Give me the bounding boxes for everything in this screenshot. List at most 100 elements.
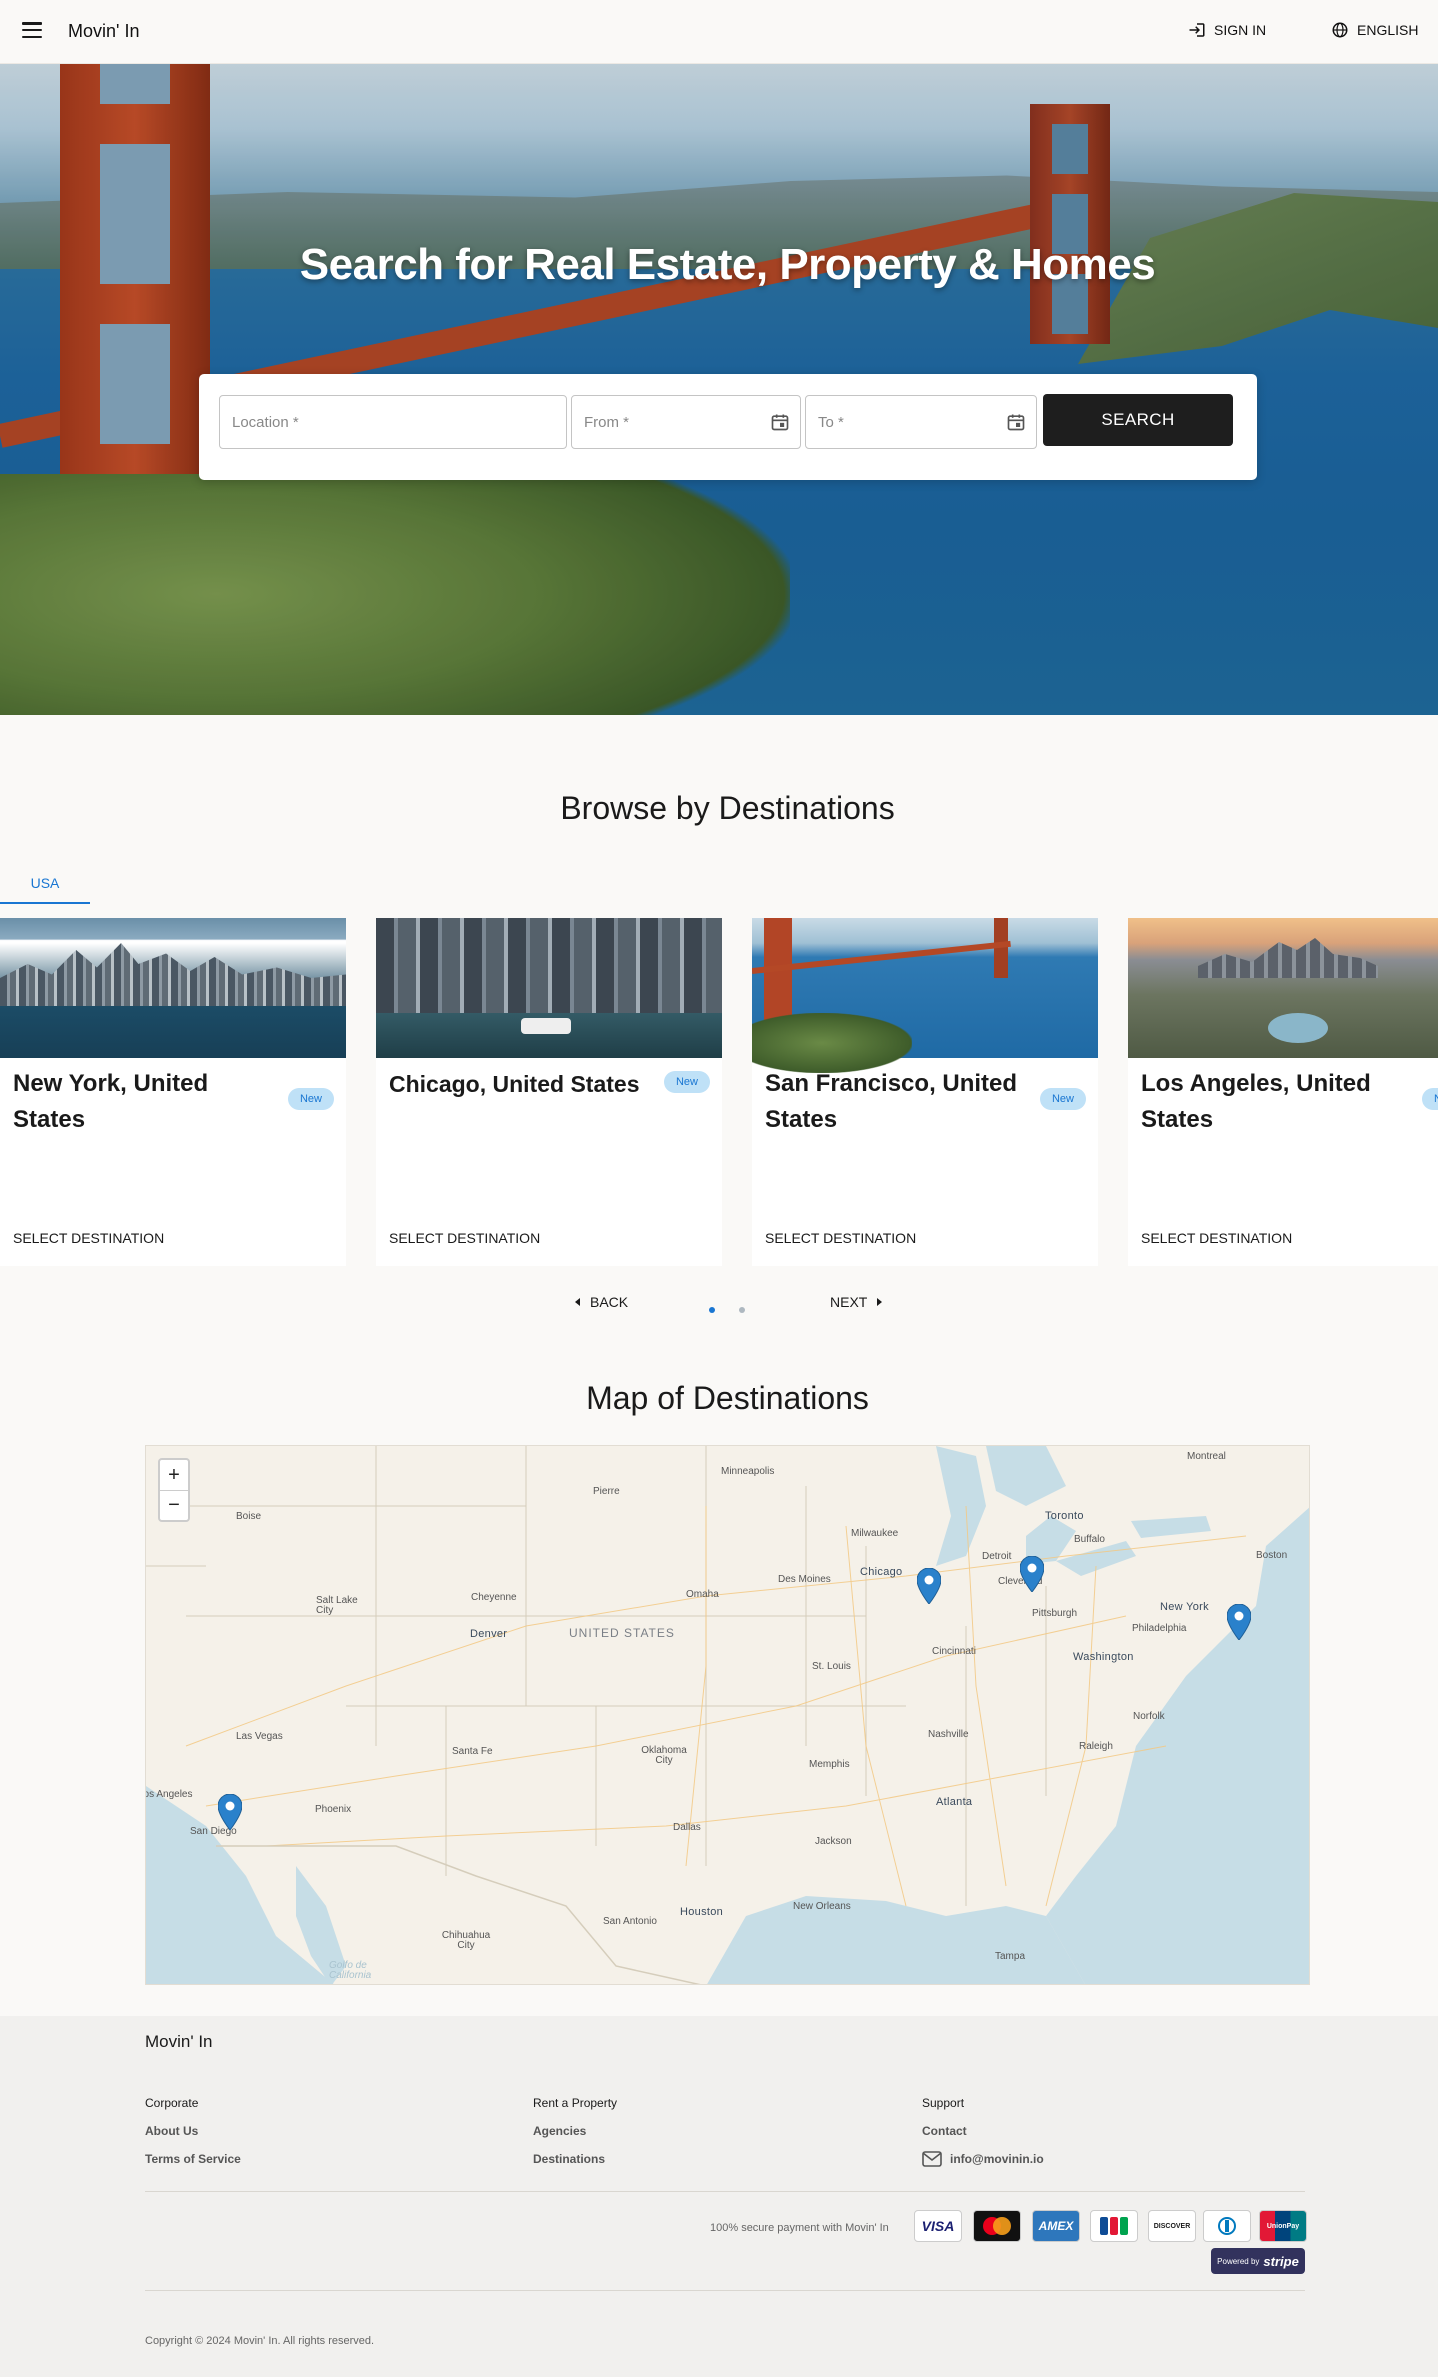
destination-card[interactable]: Los Angeles, United States New SELECT DE… (1128, 918, 1438, 1266)
copyright: Copyright © 2024 Movin' In. All rights r… (145, 2335, 375, 2347)
city-label: Phoenix (315, 1804, 352, 1815)
city-label: St. Louis (812, 1661, 851, 1672)
amex-icon: AMEX (1032, 2210, 1080, 2242)
city-label: Cheyenne (471, 1592, 517, 1603)
city-label: Dallas (673, 1822, 701, 1833)
secure-payment-text: 100% secure payment with Movin' In (710, 2222, 889, 2234)
about-us-link[interactable]: About Us (145, 2124, 198, 2138)
stripe-prefix: Powered by (1217, 2256, 1260, 2266)
city-label: Atlanta (936, 1796, 973, 1808)
city-label: Houston (680, 1906, 724, 1918)
page: Movin' In SIGN IN ENGLISH Search for Rea… (0, 0, 1438, 2377)
destinations-map[interactable]: + − UNITED STATES Minneapolis Montreal B… (145, 1445, 1310, 1985)
destinations-link[interactable]: Destinations (533, 2152, 605, 2166)
location-input[interactable]: Location * (219, 395, 567, 449)
select-destination-button[interactable]: SELECT DESTINATION (13, 1230, 164, 1246)
to-date-input[interactable]: To * (805, 395, 1037, 449)
calendar-icon[interactable] (770, 412, 790, 432)
city-label: Santa Fe (452, 1746, 493, 1757)
contact-link[interactable]: Contact (922, 2124, 967, 2138)
city-label: Toronto (1045, 1510, 1084, 1522)
city-label: Denver (470, 1628, 508, 1640)
map-marker-icon[interactable] (1020, 1556, 1044, 1592)
sea-label: Golfo de California (329, 1960, 372, 1981)
city-label: Des Moines (778, 1574, 831, 1585)
city-label: Washington (1073, 1651, 1134, 1663)
footer (0, 2016, 1438, 2377)
back-button[interactable]: BACK (572, 1294, 628, 1310)
city-label: Boston (1256, 1550, 1288, 1561)
destination-image (0, 918, 346, 1058)
next-button[interactable]: NEXT (830, 1294, 885, 1310)
from-date-input[interactable]: From * (571, 395, 801, 449)
city-label: Montreal (1187, 1451, 1226, 1462)
menu-icon[interactable] (22, 22, 42, 38)
divider (145, 2191, 1305, 2192)
select-destination-button[interactable]: SELECT DESTINATION (765, 1230, 916, 1246)
destination-card[interactable]: New York, United States New SELECT DESTI… (0, 918, 346, 1266)
globe-icon (1332, 22, 1348, 38)
destination-card[interactable]: San Francisco, United States New SELECT … (752, 918, 1098, 1266)
footer-brand: Movin' In (145, 2032, 213, 2051)
zoom-in-button[interactable]: + (160, 1460, 188, 1490)
zoom-out-button[interactable]: − (160, 1490, 188, 1520)
city-label: Tampa (995, 1951, 1026, 1962)
city-label: Norfolk (1133, 1711, 1165, 1722)
diners-club-icon (1203, 2210, 1251, 2242)
next-label: NEXT (830, 1294, 868, 1310)
footer-heading: Corporate (145, 2096, 199, 2110)
terms-link[interactable]: Terms of Service (145, 2152, 241, 2166)
destination-image (376, 918, 722, 1058)
carousel-dot-2[interactable] (739, 1307, 745, 1313)
country-label: UNITED STATES (569, 1626, 675, 1640)
city-label: Las Vegas (236, 1731, 283, 1742)
city-label: Jackson (815, 1836, 852, 1847)
jcb-icon (1090, 2210, 1138, 2242)
city-label: Oklahoma City (641, 1745, 687, 1766)
city-label: Raleigh (1079, 1741, 1113, 1752)
city-label: Nashville (928, 1729, 969, 1740)
destination-name: Los Angeles, United States (1141, 1070, 1371, 1133)
to-placeholder: To * (818, 413, 844, 431)
destination-card[interactable]: Chicago, United States New SELECT DESTIN… (376, 918, 722, 1266)
email-link[interactable]: info@movinin.io (922, 2151, 1044, 2167)
calendar-icon[interactable] (1006, 412, 1026, 432)
destination-name: New York, United States (13, 1070, 209, 1133)
map-marker-icon[interactable] (1227, 1604, 1251, 1640)
divider (145, 2290, 1305, 2291)
hero-title: Search for Real Estate, Property & Homes (299, 240, 1156, 289)
sign-in-button[interactable]: SIGN IN (1188, 21, 1266, 39)
city-label: Omaha (686, 1589, 719, 1600)
select-destination-button[interactable]: SELECT DESTINATION (1141, 1230, 1292, 1246)
unionpay-icon: UnionPay (1259, 2210, 1307, 2242)
top-app-bar: Movin' In SIGN IN ENGLISH (0, 0, 1438, 64)
city-label: Cincinnati (932, 1646, 976, 1657)
city-label: Buffalo (1074, 1534, 1105, 1545)
mastercard-icon (973, 2210, 1021, 2242)
city-label: Chihuahua City (441, 1930, 491, 1951)
language-button[interactable]: ENGLISH (1331, 21, 1418, 39)
agencies-link[interactable]: Agencies (533, 2124, 586, 2138)
brand-name[interactable]: Movin' In (68, 21, 139, 42)
tab-usa[interactable]: USA (0, 864, 90, 904)
city-label: Salt Lake City (316, 1595, 358, 1616)
city-label: Philadelphia (1132, 1623, 1187, 1634)
city-label: New York (1160, 1601, 1209, 1613)
city-label: New Orleans (793, 1901, 851, 1912)
select-destination-button[interactable]: SELECT DESTINATION (389, 1230, 540, 1246)
map-marker-icon[interactable] (218, 1794, 242, 1830)
visa-icon: VISA (914, 2210, 962, 2242)
discover-icon: DISCOVER (1148, 2210, 1196, 2242)
destination-name: Chicago, United States (389, 1071, 640, 1097)
search-button[interactable]: SEARCH (1043, 394, 1233, 446)
chevron-left-icon (575, 1298, 580, 1306)
zoom-control: + − (158, 1458, 190, 1522)
new-badge: New (1421, 1088, 1438, 1110)
footer-heading: Support (922, 2096, 965, 2110)
new-badge: New (663, 1071, 710, 1093)
map-title: Map of Destinations (586, 1380, 869, 1416)
city-label: Pittsburgh (1032, 1608, 1078, 1619)
carousel-dot-1[interactable] (709, 1307, 715, 1313)
map-marker-icon[interactable] (917, 1568, 941, 1604)
destination-image (1128, 918, 1438, 1058)
